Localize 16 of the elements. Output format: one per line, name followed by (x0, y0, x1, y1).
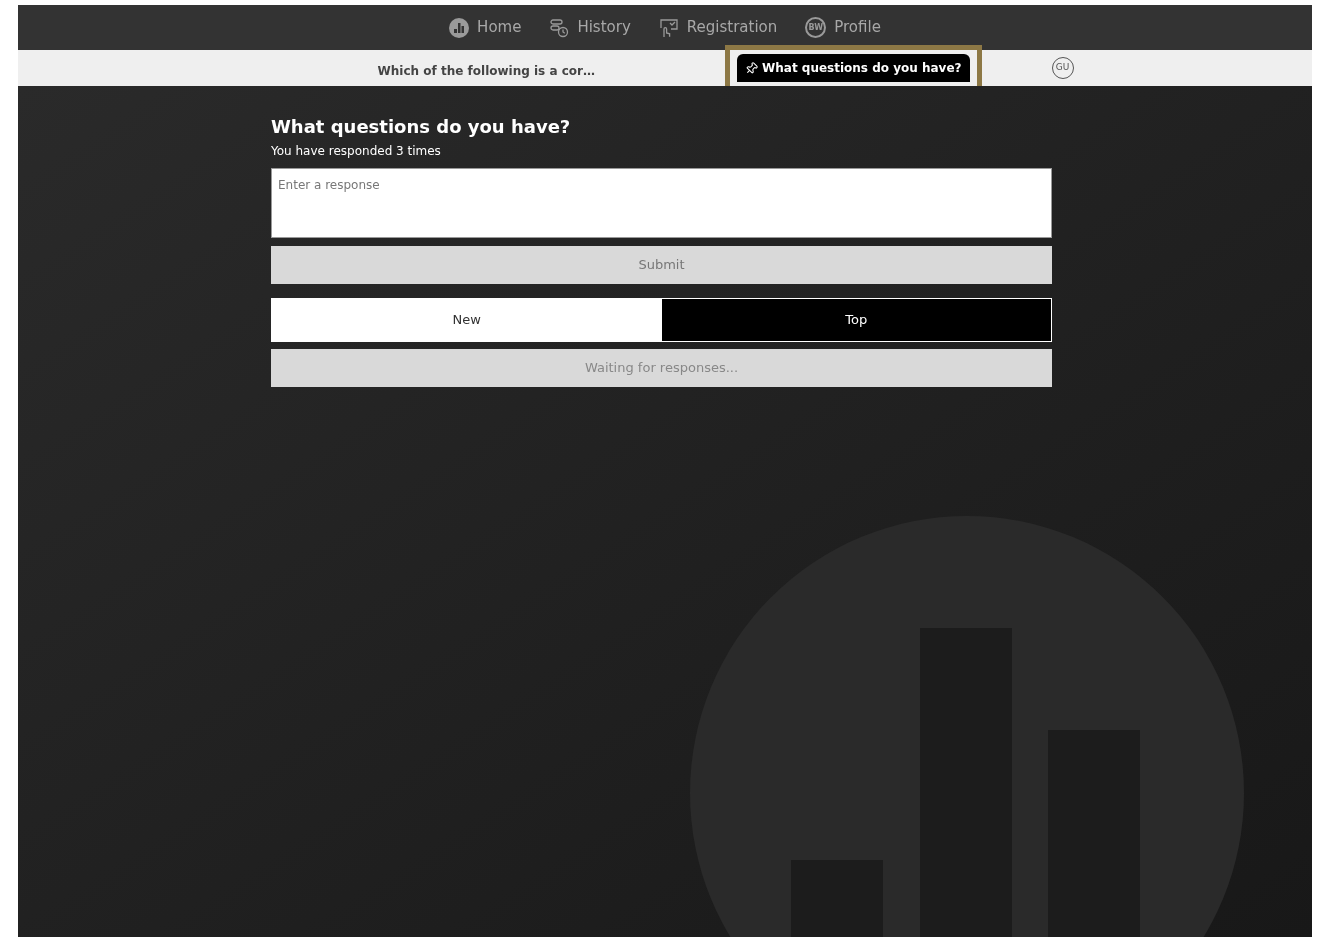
response-count: You have responded 3 times (271, 143, 442, 160)
nav-link[interactable]: Home (449, 16, 522, 39)
nav-link[interactable]: Registration (658, 16, 778, 39)
question-tab[interactable]: Which of the following is a cor… (377, 62, 595, 80)
profile-initials: BW (805, 17, 827, 38)
nav-link[interactable]: BW Profile (805, 16, 881, 39)
sort-tab[interactable]: Top (661, 299, 1051, 341)
status-bar: Waiting for responses... (271, 349, 1052, 387)
bar-chart-icon (449, 17, 470, 38)
response-input[interactable]: Enter a response (271, 168, 1052, 238)
sort-tab[interactable]: New (272, 299, 662, 341)
question-title: What questions do you have? (271, 116, 572, 138)
hand-screen-icon (658, 17, 679, 38)
question-tab[interactable]: What questions do you have? (737, 54, 970, 82)
list-clock-icon (549, 17, 570, 38)
nav-link[interactable]: History (549, 16, 631, 39)
